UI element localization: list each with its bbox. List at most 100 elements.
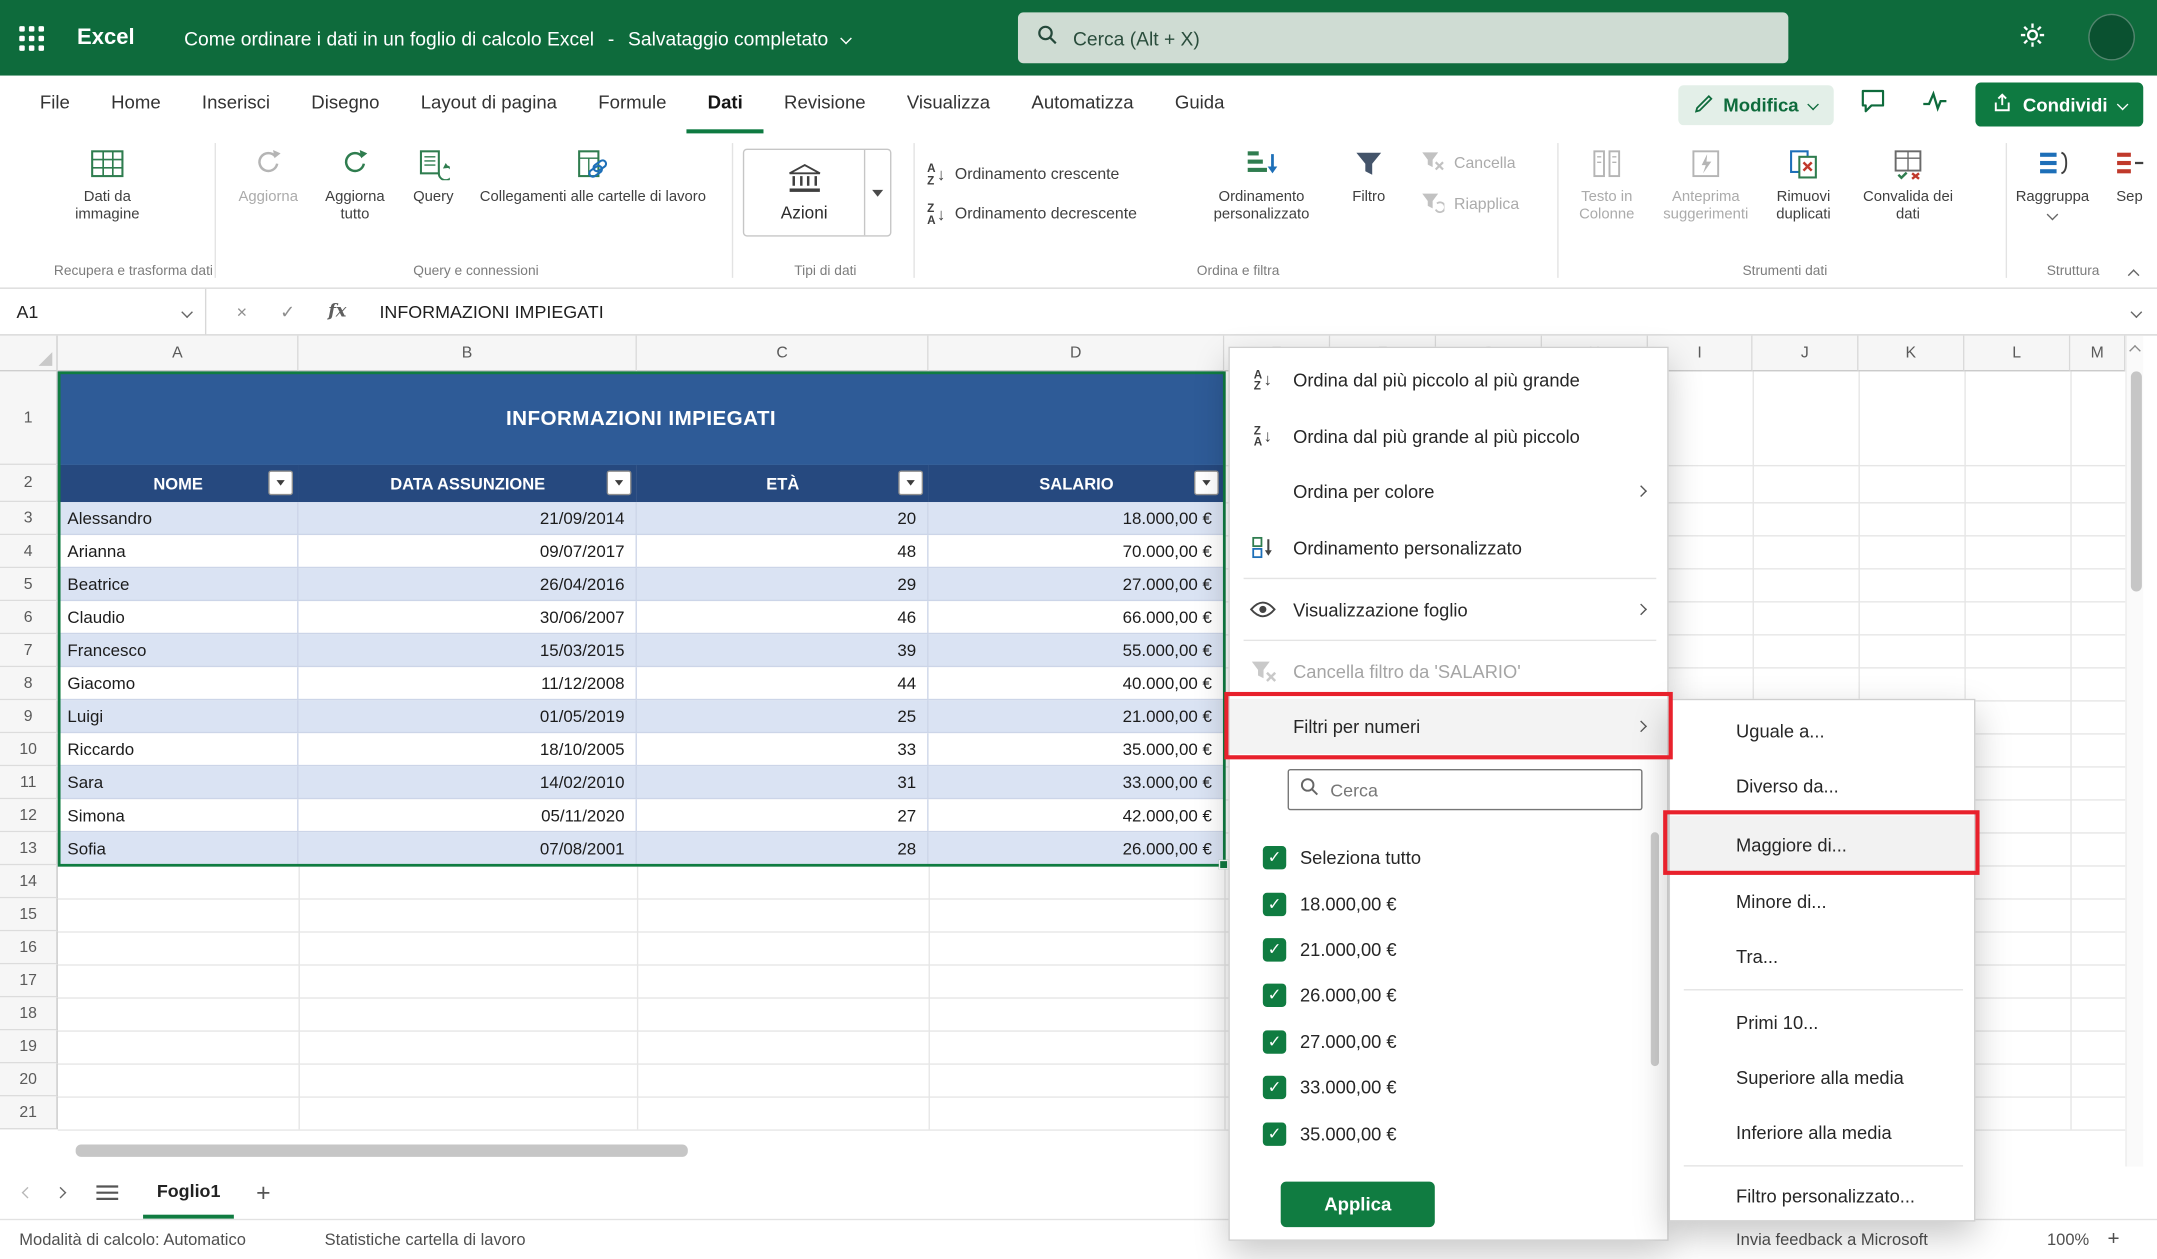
row-header[interactable]: 17 [0, 964, 58, 997]
apply-button[interactable]: Applica [1281, 1182, 1435, 1227]
custom-sort-button[interactable]: Ordinamento personalizzato [1202, 143, 1320, 224]
row-header[interactable]: 9 [0, 700, 58, 733]
vertical-scrollbar[interactable] [2125, 336, 2143, 1167]
cell[interactable]: 18/10/2005 [299, 733, 637, 766]
cell[interactable]: Beatrice [58, 568, 299, 601]
row-header[interactable]: 11 [0, 766, 58, 799]
row-header[interactable]: 12 [0, 799, 58, 832]
reapply-filter-button[interactable]: Riapplica [1420, 191, 1519, 217]
table-header-cell[interactable]: DATA ASSUNZIONE [299, 465, 637, 502]
submenu-item-below-average[interactable]: Inferiore alla media [1670, 1105, 1974, 1160]
table-title-cell[interactable]: INFORMAZIONI IMPIEGATI [58, 371, 1225, 465]
row-header[interactable]: 14 [0, 865, 58, 898]
chevron-down-icon[interactable] [840, 32, 852, 44]
expand-formula-bar-icon[interactable] [2131, 306, 2143, 318]
ungroup-button[interactable]: Sep [2102, 143, 2157, 206]
cell[interactable]: 15/03/2015 [299, 634, 637, 667]
filter-search-box[interactable] [1288, 769, 1643, 810]
zoom-in-button[interactable]: + [2107, 1227, 2119, 1250]
filter-checkbox-value[interactable]: ✓27.000,00 € [1263, 1021, 1397, 1062]
tab-dati[interactable]: Dati [687, 76, 763, 134]
row-header[interactable]: 13 [0, 832, 58, 865]
next-sheet-icon[interactable] [44, 1172, 77, 1213]
row-header[interactable]: 4 [0, 535, 58, 568]
zoom-level[interactable]: 100% [2047, 1230, 2089, 1249]
feedback-link[interactable]: Invia feedback a Microsoft [1736, 1230, 1928, 1249]
cell[interactable]: Luigi [58, 700, 299, 733]
tab-revisione[interactable]: Revisione [763, 76, 886, 134]
filter-search-input[interactable] [1330, 779, 1630, 800]
sort-ascending-button[interactable]: AZ↓ Ordinamento crescente [927, 162, 1119, 185]
cell[interactable]: 01/05/2019 [299, 700, 637, 733]
submenu-item-above-average[interactable]: Superiore alla media [1670, 1050, 1974, 1105]
cell[interactable]: 33.000,00 € [929, 766, 1225, 799]
row-header[interactable]: 19 [0, 1030, 58, 1063]
row-header[interactable]: 16 [0, 931, 58, 964]
row-header[interactable]: 3 [0, 502, 58, 535]
menu-item-number-filters[interactable]: Filtri per numeri [1230, 699, 1667, 754]
tab-home[interactable]: Home [90, 76, 181, 134]
cell[interactable]: Simona [58, 799, 299, 832]
search-input[interactable] [1073, 27, 1769, 49]
cell[interactable]: 48 [637, 535, 929, 568]
cell[interactable]: 27.000,00 € [929, 568, 1225, 601]
column-header[interactable]: D [929, 336, 1225, 372]
data-from-picture-button[interactable]: Dati da immagine [58, 143, 157, 224]
formula-value[interactable]: INFORMAZIONI IMPIEGATI [379, 301, 603, 322]
cell[interactable]: 35.000,00 € [929, 733, 1225, 766]
calc-mode-status[interactable]: Modalità di calcolo: Automatico [19, 1230, 246, 1249]
add-sheet-button[interactable]: + [256, 1178, 270, 1207]
refresh-all-button[interactable]: Aggiorna tutto [314, 143, 397, 224]
tab-visualizza[interactable]: Visualizza [886, 76, 1011, 134]
cell[interactable]: Sofia [58, 832, 299, 865]
column-header[interactable]: L [1964, 336, 2070, 372]
filter-dropdown-button[interactable] [268, 470, 293, 495]
tab-inserisci[interactable]: Inserisci [181, 76, 290, 134]
submenu-item-not-equals[interactable]: Diverso da... [1670, 758, 1974, 813]
cell[interactable]: 26.000,00 € [929, 832, 1225, 865]
submenu-item-top-10[interactable]: Primi 10... [1670, 995, 1974, 1050]
submenu-item-less-than[interactable]: Minore di... [1670, 874, 1974, 929]
cell[interactable]: 70.000,00 € [929, 535, 1225, 568]
cell[interactable]: 40.000,00 € [929, 667, 1225, 700]
tab-guida[interactable]: Guida [1154, 76, 1245, 134]
cell[interactable]: 46 [637, 601, 929, 634]
workbook-stats-button[interactable]: Statistiche cartella di lavoro [325, 1230, 526, 1249]
column-header[interactable]: A [58, 336, 299, 372]
row-header[interactable]: 21 [0, 1096, 58, 1129]
column-header[interactable]: J [1753, 336, 1859, 372]
text-to-columns-button[interactable]: Testo in Colonne [1563, 143, 1651, 224]
horizontal-scrollbar-thumb[interactable] [76, 1145, 688, 1157]
editing-mode-button[interactable]: Modifica [1678, 85, 1833, 125]
tab-file[interactable]: File [19, 76, 90, 134]
row-header[interactable]: 6 [0, 601, 58, 634]
sheet-list-icon[interactable] [91, 1172, 124, 1213]
remove-duplicates-button[interactable]: Rimuovi duplicati [1761, 143, 1846, 224]
filter-checkbox-value[interactable]: ✓33.000,00 € [1263, 1066, 1397, 1107]
menu-item-custom-sort[interactable]: Ordinamento personalizzato [1230, 521, 1667, 573]
filter-dropdown-button[interactable] [898, 470, 923, 495]
cell[interactable]: 18.000,00 € [929, 502, 1225, 535]
cell[interactable]: 21.000,00 € [929, 700, 1225, 733]
avatar[interactable] [2088, 14, 2135, 61]
vertical-scrollbar-thumb[interactable] [2130, 371, 2141, 591]
cell[interactable]: 05/11/2020 [299, 799, 637, 832]
filter-checkbox-value[interactable]: ✓18.000,00 € [1263, 883, 1397, 924]
cell[interactable]: Alessandro [58, 502, 299, 535]
workbook-links-button[interactable]: Collegamenti alle cartelle di lavoro [470, 143, 715, 206]
cell[interactable]: Sara [58, 766, 299, 799]
row-header[interactable]: 18 [0, 997, 58, 1030]
scroll-up-icon[interactable] [2129, 345, 2141, 357]
data-types-gallery[interactable]: Azioni [743, 149, 892, 237]
clear-filter-button[interactable]: Cancella [1420, 150, 1516, 176]
selection-fill-handle[interactable] [1219, 860, 1229, 870]
tab-automatizza[interactable]: Automatizza [1011, 76, 1154, 134]
row-header[interactable]: 1 [0, 371, 58, 465]
cell[interactable]: 11/12/2008 [299, 667, 637, 700]
cell[interactable]: 07/08/2001 [299, 832, 637, 865]
cell[interactable]: Francesco [58, 634, 299, 667]
menu-item-sort-by-color[interactable]: Ordina per colore [1230, 465, 1667, 517]
menu-item-sort-ascending[interactable]: AZ↓ Ordina dal più piccolo al più grande [1230, 354, 1667, 406]
cell[interactable]: 14/02/2010 [299, 766, 637, 799]
filter-checkbox-value[interactable]: ✓21.000,00 € [1263, 929, 1397, 970]
